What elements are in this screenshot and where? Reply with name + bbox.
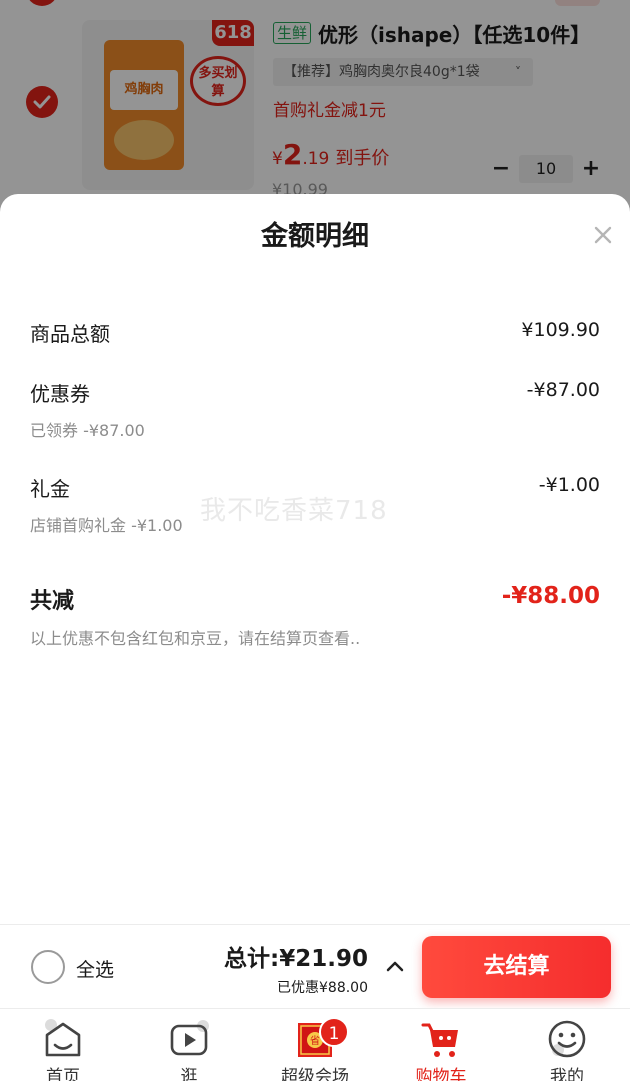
select-all-label[interactable]: 全选 [76,955,114,982]
tab-cart[interactable]: 购物车 [378,1009,504,1081]
gift-money-detail: 店铺首购礼金 -¥1.00 [30,516,183,535]
sheet-title: 金额明细 [261,221,369,252]
total-amount: 总计:¥21.90 [224,946,368,972]
gift-money-label: 礼金 [30,477,70,501]
notification-badge: 1 [319,1017,349,1047]
tab-home[interactable]: 首页 [0,1009,126,1081]
coupon-label: 优惠券 [30,382,90,406]
goods-total-value: ¥109.90 [521,319,600,341]
tab-super-venue[interactable]: 省 1 超级会场 [252,1009,378,1081]
tab-label: 购物车 [415,1067,467,1081]
amount-details-sheet: 金额明细 商品总额 ¥109.90 优惠券 -¥87.00 已领券 -¥87.0… [0,194,630,934]
close-icon [594,226,612,244]
expand-details-button[interactable] [384,955,406,977]
total-discount-value: -¥88.00 [501,583,600,609]
discount-amount: 已优惠¥88.00 [277,980,368,996]
coupon-value: -¥87.00 [526,379,600,401]
checkout-button[interactable]: 去结算 [422,936,611,998]
svg-text:省: 省 [310,1034,320,1047]
cart-icon [421,1023,458,1057]
tab-label: 逛 [180,1067,198,1081]
checkout-bar: 全选 总计:¥21.90 已优惠¥88.00 去结算 [0,924,630,1008]
select-all-checkbox[interactable] [31,950,65,984]
video-icon [170,1020,209,1056]
gift-money-value: -¥1.00 [538,474,600,496]
close-button[interactable] [588,220,618,250]
modal-overlay[interactable] [0,0,630,220]
total-discount-label: 共减 [30,589,75,614]
home-icon [45,1019,81,1057]
tab-browse[interactable]: 逛 [126,1009,252,1081]
profile-icon [548,1020,586,1058]
watermark: 我不吃香菜718 [200,496,388,526]
goods-total-label: 商品总额 [30,322,110,346]
bottom-tab-bar: 首页 逛 省 1 超级会场 购物车 我的 [0,1008,630,1081]
tab-profile[interactable]: 我的 [504,1009,630,1081]
coupon-detail: 已领券 -¥87.00 [30,421,145,440]
tab-label: 首页 [46,1067,80,1081]
discount-note: 以上优惠不包含红包和京豆，请在结算页查看.. [30,629,361,648]
tab-label: 超级会场 [281,1067,349,1081]
tab-label: 我的 [550,1067,584,1081]
chevron-up-icon [386,961,404,972]
